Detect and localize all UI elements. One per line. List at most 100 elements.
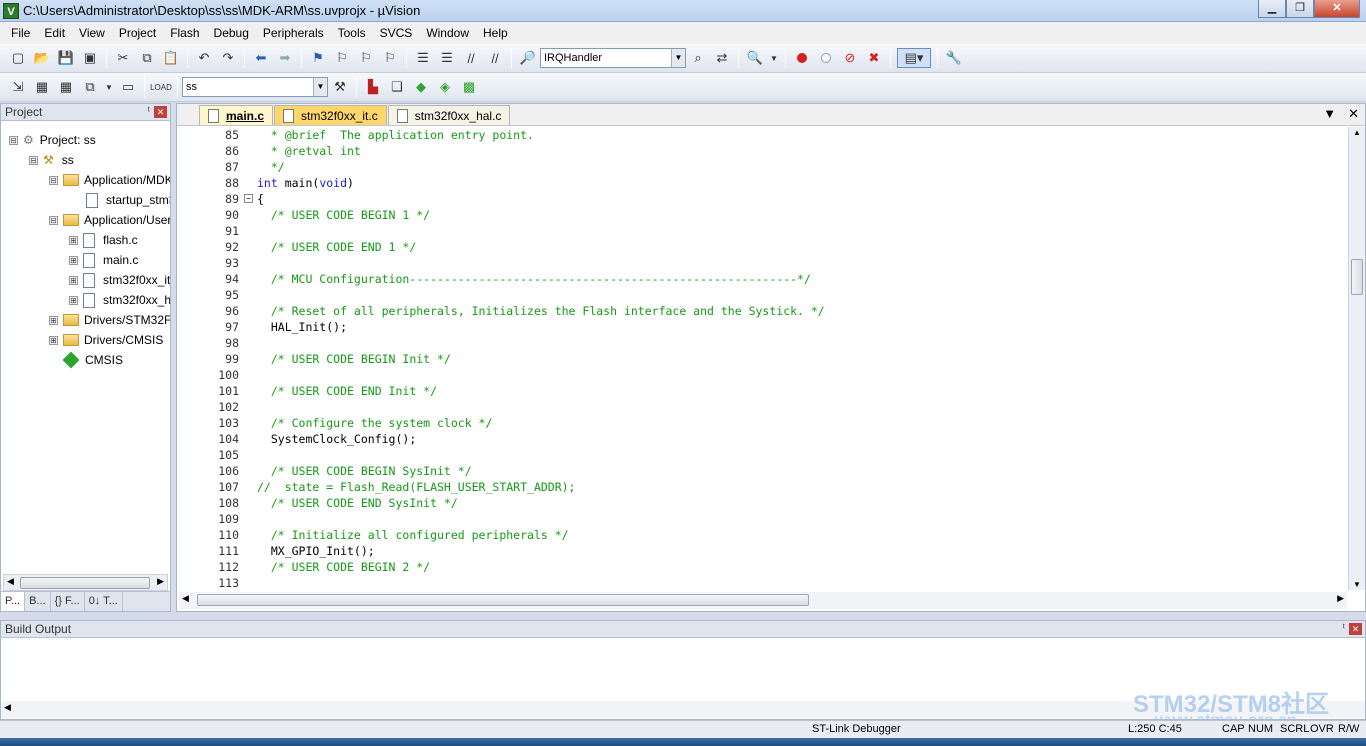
expand-icon[interactable]: ⊞ bbox=[49, 315, 58, 325]
close-icon[interactable]: ✕ bbox=[1349, 623, 1362, 635]
tree-item-file[interactable]: ⊞ stm32f0xx_hal_msp.c bbox=[69, 290, 170, 310]
pin-icon[interactable]: ᵗ bbox=[148, 104, 150, 120]
expand-icon[interactable]: ⊞ bbox=[49, 335, 58, 345]
scroll-down-icon[interactable]: ▼ bbox=[1353, 580, 1361, 589]
tab-stm32f0xx-hal-c[interactable]: stm32f0xx_hal.c bbox=[387, 105, 511, 125]
tree-item-file[interactable]: ⊞ main.c bbox=[69, 250, 138, 270]
collapse-icon[interactable]: ⊟ bbox=[9, 135, 18, 145]
tree-item-file[interactable]: ⊞ stm32f0xx_it.c bbox=[69, 270, 170, 290]
menu-help[interactable]: Help bbox=[476, 22, 515, 44]
expand-icon[interactable]: ⊞ bbox=[69, 255, 78, 265]
breakpoint-icon[interactable] bbox=[792, 48, 812, 68]
prev-bookmark-icon[interactable]: ⚐ bbox=[332, 48, 352, 68]
collapse-icon[interactable]: ⊟ bbox=[49, 215, 58, 225]
pack-installer-icon[interactable]: ◈ bbox=[435, 77, 455, 97]
indent-icon[interactable]: ☰ bbox=[413, 48, 433, 68]
tree-item-component[interactable]: CMSIS bbox=[62, 350, 123, 370]
scroll-right-icon[interactable]: ▶ bbox=[157, 576, 164, 587]
expand-icon[interactable]: ⊞ bbox=[69, 275, 78, 285]
target-combo[interactable]: ss ▼ bbox=[182, 77, 328, 97]
expand-icon[interactable]: ⊞ bbox=[69, 295, 78, 305]
tree-item-project[interactable]: ⊟ ⚙ Project: ss bbox=[9, 130, 96, 150]
tree-item-group[interactable]: ⊟ Application/MDK-ARM bbox=[49, 170, 170, 190]
menu-project[interactable]: Project bbox=[112, 22, 163, 44]
find-in-files-icon[interactable]: 🔎 bbox=[518, 48, 538, 68]
navigate-back-icon[interactable]: ⬅ bbox=[251, 48, 271, 68]
menu-file[interactable]: File bbox=[4, 22, 37, 44]
minimize-button[interactable]: ▁ bbox=[1258, 0, 1286, 18]
configure-icon[interactable]: 🔧 bbox=[944, 48, 964, 68]
incremental-find-icon[interactable]: ⇄ bbox=[712, 48, 732, 68]
run-time-environment-icon[interactable]: ▩ bbox=[459, 77, 479, 97]
tree-item-file[interactable]: startup_stm32f030x6.s bbox=[86, 190, 170, 210]
paste-icon[interactable]: 📋 bbox=[161, 48, 181, 68]
download-load-icon[interactable]: LOAD bbox=[150, 77, 172, 97]
menu-flash[interactable]: Flash bbox=[163, 22, 206, 44]
rebuild-icon[interactable]: ▦ bbox=[56, 77, 76, 97]
expand-icon[interactable]: ⊞ bbox=[69, 235, 78, 245]
translate-icon[interactable]: ⇲ bbox=[8, 77, 28, 97]
start-debug-icon[interactable]: 🔍 bbox=[745, 48, 765, 68]
uncomment-icon[interactable]: // bbox=[485, 48, 505, 68]
collapse-icon[interactable]: ⊟ bbox=[49, 175, 58, 185]
save-all-icon[interactable]: ▣ bbox=[80, 48, 100, 68]
comment-icon[interactable]: // bbox=[461, 48, 481, 68]
close-icon[interactable]: ✕ bbox=[154, 106, 167, 118]
tab-main-c[interactable]: main.c bbox=[199, 105, 274, 125]
scrollbar-thumb[interactable] bbox=[20, 577, 150, 589]
editor-horizontal-scrollbar[interactable]: ◀ ▶ bbox=[179, 592, 1347, 609]
tree-item-file[interactable]: ⊞ flash.c bbox=[69, 230, 138, 250]
close-button[interactable]: ✕ bbox=[1314, 0, 1360, 18]
collapse-icon[interactable]: ⊟ bbox=[29, 155, 38, 165]
scroll-left-icon[interactable]: ◀ bbox=[4, 702, 11, 713]
scroll-up-icon[interactable]: ▲ bbox=[1353, 128, 1361, 137]
unindent-icon[interactable]: ☰ bbox=[437, 48, 457, 68]
tab-stm32f0xx-it-c[interactable]: stm32f0xx_it.c bbox=[274, 105, 387, 125]
chevron-down-icon[interactable]: ▼ bbox=[104, 77, 114, 97]
menu-window[interactable]: Window bbox=[419, 22, 476, 44]
disable-all-breakpoints-icon[interactable]: ⊘ bbox=[840, 48, 860, 68]
collapse-icon[interactable]: − bbox=[244, 194, 253, 203]
tree-item-group[interactable]: ⊞ Drivers/CMSIS bbox=[49, 330, 163, 350]
pin-icon[interactable]: ᵗ bbox=[1343, 621, 1345, 637]
scroll-right-icon[interactable]: ▶ bbox=[1337, 593, 1344, 604]
chevron-down-icon[interactable]: ▼ bbox=[671, 49, 685, 67]
tree-item-target[interactable]: ⊟ ⚒ ss bbox=[29, 150, 74, 170]
undo-icon[interactable]: ↶ bbox=[194, 48, 214, 68]
chevron-down-icon[interactable]: ▼ bbox=[313, 78, 327, 96]
chevron-down-icon[interactable]: ▼ bbox=[769, 48, 779, 68]
disable-breakpoint-icon[interactable] bbox=[816, 48, 836, 68]
menu-view[interactable]: View bbox=[72, 22, 112, 44]
scrollbar-thumb[interactable] bbox=[1351, 259, 1363, 295]
batch-build-icon[interactable]: ⧉ bbox=[80, 77, 100, 97]
cut-icon[interactable]: ✂ bbox=[113, 48, 133, 68]
tab-functions[interactable]: {} F... bbox=[51, 592, 85, 611]
menu-edit[interactable]: Edit bbox=[37, 22, 72, 44]
stop-build-icon[interactable]: ▭ bbox=[118, 77, 138, 97]
tab-project[interactable]: P... bbox=[1, 592, 26, 611]
tab-books[interactable]: B... bbox=[25, 592, 51, 611]
next-bookmark-icon[interactable]: ⚐ bbox=[356, 48, 376, 68]
editor-vertical-scrollbar[interactable]: ▲ ▼ bbox=[1348, 127, 1365, 590]
build-icon[interactable]: ▦ bbox=[32, 77, 52, 97]
tree-item-group[interactable]: ⊞ Drivers/STM32F0xx_HAL_Driver bbox=[49, 310, 170, 330]
redo-icon[interactable]: ↷ bbox=[218, 48, 238, 68]
menu-peripherals[interactable]: Peripherals bbox=[256, 22, 331, 44]
new-file-icon[interactable]: ▢ bbox=[8, 48, 28, 68]
manage-project-items-icon[interactable]: ▙ bbox=[363, 77, 383, 97]
select-packs-icon[interactable]: ❏ bbox=[387, 77, 407, 97]
scrollbar-thumb[interactable] bbox=[197, 594, 809, 606]
navigate-forward-icon[interactable]: ➡ bbox=[275, 48, 295, 68]
menu-tools[interactable]: Tools bbox=[331, 22, 373, 44]
clear-bookmarks-icon[interactable]: ⚐ bbox=[380, 48, 400, 68]
close-tab-icon[interactable]: ✕ bbox=[1348, 106, 1359, 122]
open-file-icon[interactable]: 📂 bbox=[32, 48, 52, 68]
scroll-left-icon[interactable]: ◀ bbox=[7, 576, 14, 587]
save-icon[interactable]: 💾 bbox=[56, 48, 76, 68]
find-icon[interactable]: ⌕ bbox=[688, 48, 708, 68]
maximize-button[interactable]: ❐ bbox=[1286, 0, 1314, 18]
target-options-icon[interactable]: ⚒ bbox=[330, 77, 350, 97]
menu-svcs[interactable]: SVCS bbox=[373, 22, 420, 44]
tab-templates[interactable]: 0↓ T... bbox=[85, 592, 123, 611]
code-area[interactable]: 85 * @brief The application entry point.… bbox=[177, 127, 1347, 590]
